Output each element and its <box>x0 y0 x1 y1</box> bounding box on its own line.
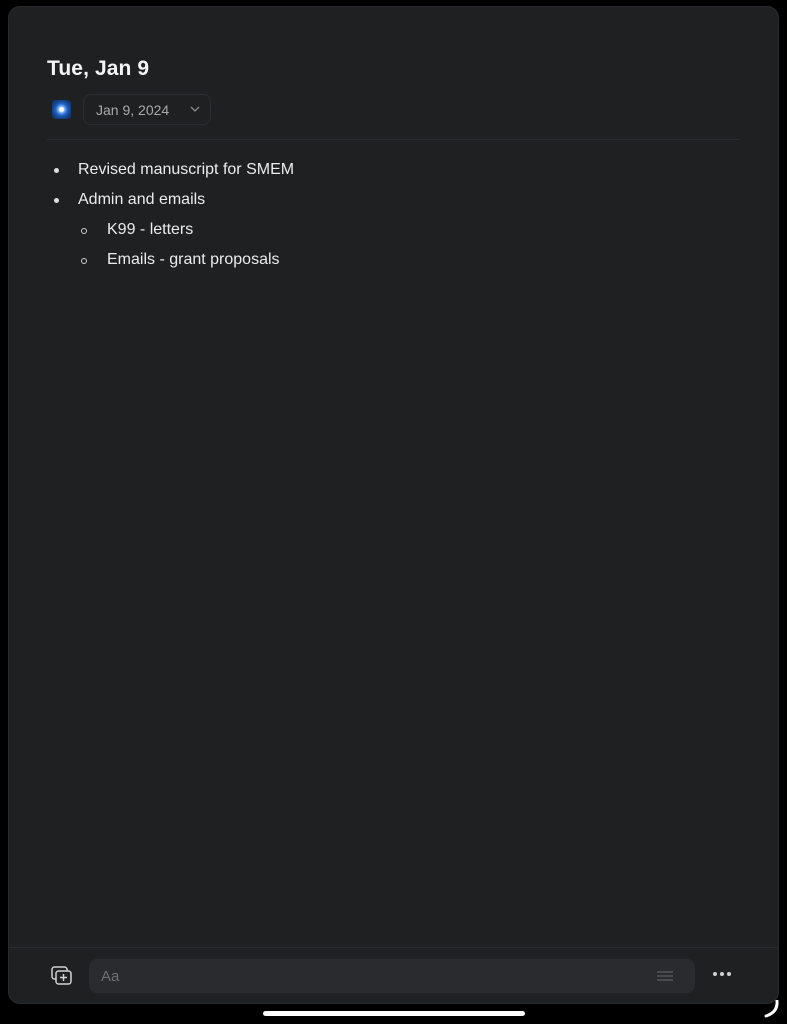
date-selector[interactable]: Jan 9, 2024 <box>83 94 211 125</box>
input-placeholder: Aa <box>101 967 120 985</box>
note-panel: Tue, Jan 9 Jan 9, 2024 Revised manuscrip… <box>8 6 779 1004</box>
page-title: Tue, Jan 9 <box>47 57 150 80</box>
hollow-bullet-icon <box>81 258 87 264</box>
list-item-text: Admin and emails <box>78 191 206 208</box>
more-icon[interactable] <box>713 972 731 978</box>
bottom-bar-divider <box>9 947 778 948</box>
pencil-indicator-icon <box>764 1000 779 1018</box>
new-note-icon[interactable] <box>51 966 73 986</box>
message-input[interactable]: Aa <box>89 959 695 993</box>
list-item-text: Revised manuscript for SMEM <box>78 161 295 178</box>
bullet-icon <box>54 168 59 173</box>
list-item[interactable]: Revised manuscript for SMEM <box>47 159 294 189</box>
list-item[interactable]: Admin and emails <box>47 189 294 219</box>
chevron-down-icon <box>190 106 200 112</box>
journal-app-icon[interactable] <box>52 100 71 119</box>
dot <box>727 972 731 976</box>
note-content[interactable]: Revised manuscript for SMEM Admin and em… <box>47 159 294 279</box>
list-item[interactable]: Emails - grant proposals <box>47 249 294 279</box>
list-item-text: K99 - letters <box>107 221 194 238</box>
dot <box>720 972 724 976</box>
bullet-icon <box>54 198 59 203</box>
header-divider <box>47 139 740 140</box>
dot <box>713 972 717 976</box>
list-item[interactable]: K99 - letters <box>47 219 294 249</box>
date-selector-value: Jan 9, 2024 <box>96 101 170 118</box>
text-format-icon[interactable] <box>657 970 673 982</box>
hollow-bullet-icon <box>81 228 87 234</box>
list-item-text: Emails - grant proposals <box>107 251 280 268</box>
home-indicator[interactable] <box>263 1011 525 1016</box>
